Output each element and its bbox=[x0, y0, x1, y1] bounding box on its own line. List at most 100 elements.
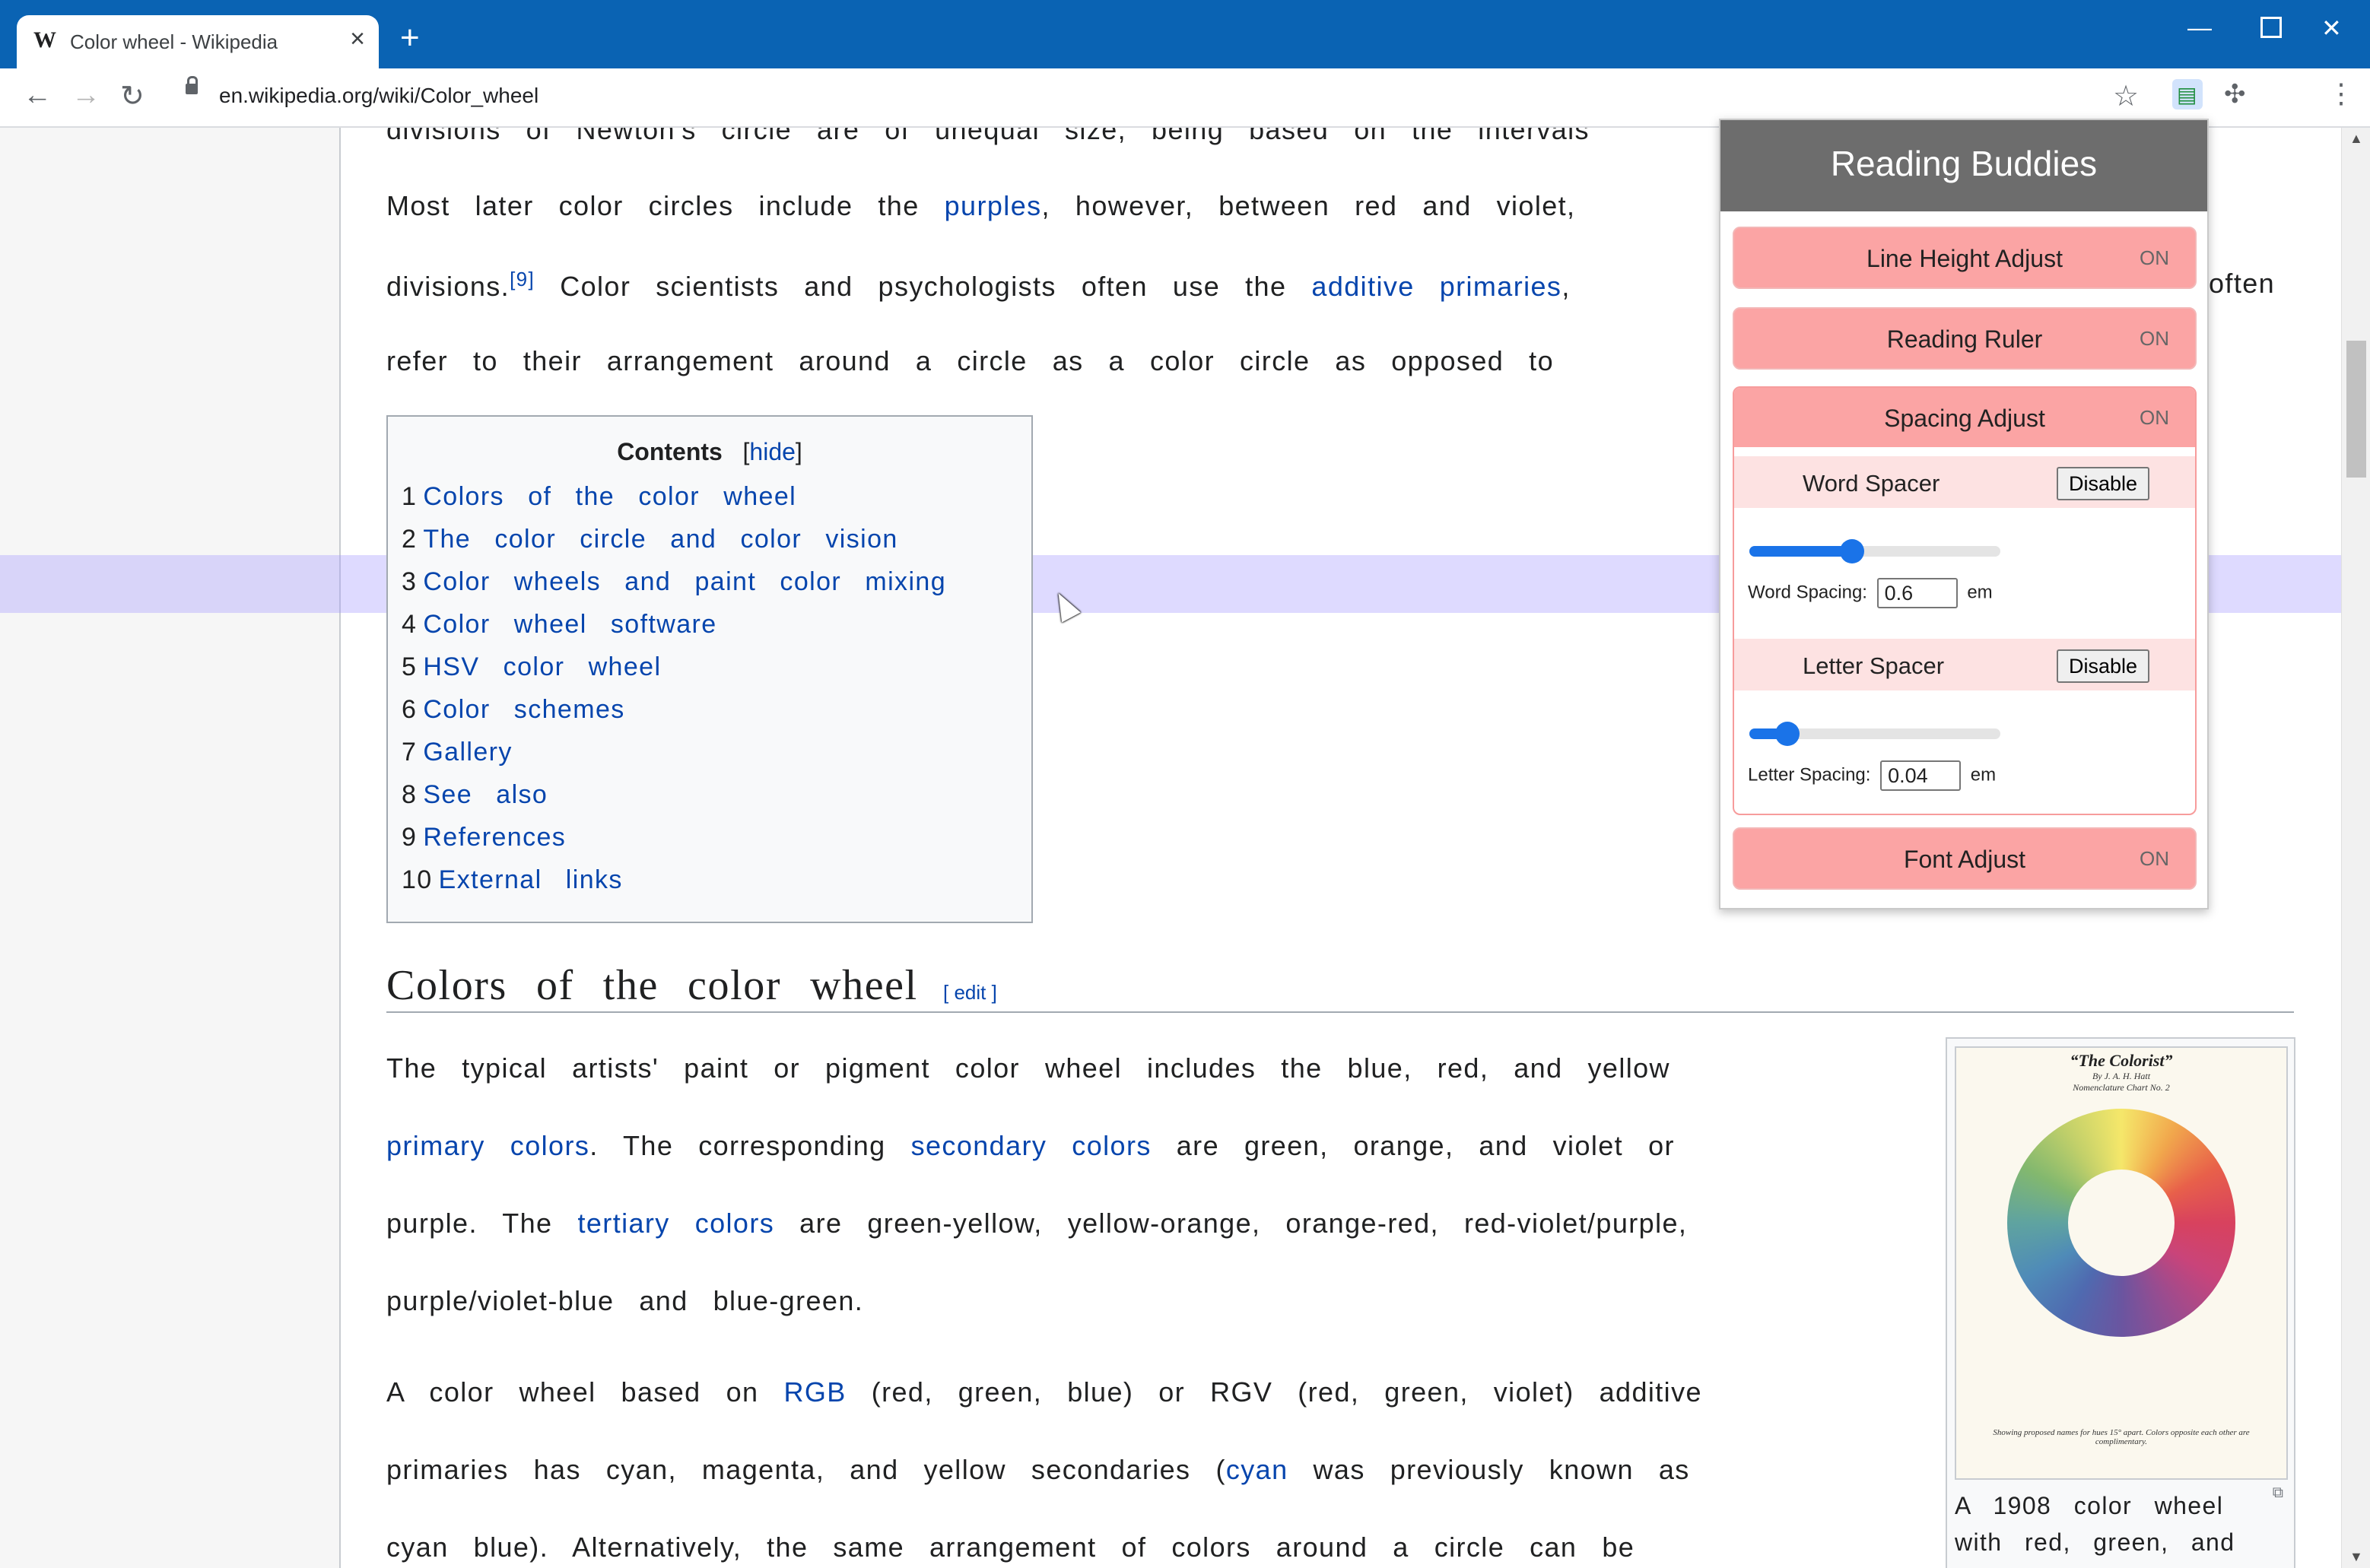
letter-spacing-row: Letter Spacing: 0.04 em bbox=[1748, 760, 1996, 791]
toc-link[interactable]: Colors of the color wheel bbox=[423, 482, 796, 511]
word-spacing-input[interactable]: 0.6 bbox=[1876, 578, 1958, 608]
reference-link[interactable]: [9] bbox=[510, 268, 535, 290]
toc-item[interactable]: 9 References bbox=[402, 823, 566, 852]
color-wheel-image[interactable]: “The Colorist” By J. A. H. Hatt Nomencla… bbox=[1955, 1046, 2288, 1480]
toc-item[interactable]: 6 Color schemes bbox=[402, 695, 625, 725]
puzzle-icon[interactable]: ✣ bbox=[2224, 79, 2246, 110]
text-span: primaries has cyan, magenta, and yellow … bbox=[386, 1454, 1226, 1485]
paragraph-line: Most later color circles include the pur… bbox=[386, 190, 1575, 222]
toc-link[interactable]: Gallery bbox=[423, 738, 513, 767]
color-wheel-graphic bbox=[2007, 1109, 2235, 1337]
word-spacer-disable-button[interactable]: Disable bbox=[2057, 467, 2149, 500]
toc-number: 4 bbox=[402, 610, 418, 639]
toc-link[interactable]: External links bbox=[439, 865, 623, 894]
letter-spacing-input[interactable]: 0.04 bbox=[1880, 760, 1962, 791]
link-secondary-colors[interactable]: secondary colors bbox=[911, 1130, 1152, 1161]
window-close-icon[interactable]: ✕ bbox=[2321, 14, 2342, 43]
popup-title: Reading Buddies bbox=[1830, 144, 2098, 183]
text-span: are green-yellow, yellow-orange, orange-… bbox=[799, 1208, 1688, 1239]
paragraph-line: purple/violet-blue and blue-green. bbox=[386, 1285, 864, 1316]
edit-link[interactable]: [ edit ] bbox=[943, 981, 997, 1004]
scrollbar-thumb[interactable] bbox=[2346, 341, 2366, 478]
link-rgb[interactable]: RGB bbox=[783, 1376, 846, 1408]
text-span: divisions. bbox=[386, 271, 510, 302]
lock-icon bbox=[186, 76, 198, 94]
text-span: (red, green, blue) or RGV (red, green, v… bbox=[871, 1376, 1702, 1408]
scroll-down-icon[interactable]: ▼ bbox=[2349, 1549, 2363, 1565]
reload-icon[interactable]: ↻ bbox=[120, 79, 145, 113]
link-primary-colors[interactable]: primary colors bbox=[386, 1130, 589, 1161]
image-subtitle: By J. A. H. Hatt Nomenclature Chart No. … bbox=[1956, 1071, 2286, 1093]
link-additive-primaries[interactable]: additive primaries bbox=[1311, 271, 1561, 302]
link-purples[interactable]: purples bbox=[945, 190, 1042, 221]
scroll-up-icon[interactable]: ▲ bbox=[2349, 131, 2363, 147]
new-tab-icon[interactable]: + bbox=[400, 21, 420, 55]
kebab-menu-icon[interactable]: ⋮ bbox=[2327, 78, 2355, 110]
toc-link[interactable]: References bbox=[423, 823, 566, 852]
close-icon[interactable]: × bbox=[350, 24, 365, 54]
slider-knob[interactable] bbox=[1775, 722, 1800, 746]
section-edit-link[interactable]: [ edit ] bbox=[943, 981, 997, 1005]
toc-number: 8 bbox=[402, 780, 418, 809]
browser-tab[interactable]: W Color wheel - Wikipedia × bbox=[17, 15, 379, 68]
text-span: , however, between red and violet, bbox=[1041, 190, 1576, 221]
minimize-icon[interactable]: — bbox=[2187, 14, 2212, 42]
letter-spacer-disable-button[interactable]: Disable bbox=[2057, 649, 2149, 683]
toc-hide-link[interactable]: hide bbox=[749, 438, 796, 465]
feature-label: Font Adjust bbox=[1903, 846, 2026, 873]
link-tertiary-colors[interactable]: tertiary colors bbox=[577, 1208, 774, 1239]
wikipedia-favicon-icon: W bbox=[33, 27, 56, 52]
slider-knob[interactable] bbox=[1840, 539, 1864, 563]
toc-item[interactable]: 1 Colors of the color wheel bbox=[402, 482, 796, 512]
toc-item[interactable]: 8 See also bbox=[402, 780, 548, 810]
reading-buddies-icon[interactable]: ▤ bbox=[2172, 79, 2203, 110]
feature-state: ON bbox=[2140, 847, 2169, 870]
toc-item[interactable]: 10 External links bbox=[402, 865, 623, 895]
toc-item[interactable]: 5 HSV color wheel bbox=[402, 652, 661, 682]
sidebar-rail bbox=[0, 128, 341, 1568]
toc-item[interactable]: 7 Gallery bbox=[402, 738, 513, 767]
toc-item[interactable]: 2 The color circle and color vision bbox=[402, 525, 898, 554]
feature-state: ON bbox=[2140, 327, 2169, 350]
toc-link[interactable]: The color circle and color vision bbox=[423, 525, 897, 554]
tab-title: Color wheel - Wikipedia bbox=[70, 30, 278, 53]
word-spacing-slider[interactable] bbox=[1749, 539, 2000, 563]
link-cyan[interactable]: cyan bbox=[1226, 1454, 1288, 1485]
text-span: . The corresponding bbox=[589, 1130, 886, 1161]
line-height-adjust-button[interactable]: Line Height Adjust ON bbox=[1733, 227, 2197, 289]
toc-number: 6 bbox=[402, 695, 418, 724]
text-span: are green, orange, and violet or bbox=[1176, 1130, 1675, 1161]
spacing-adjust-panel: Spacing Adjust ON Word Spacer Disable Wo… bbox=[1733, 386, 2197, 815]
star-icon[interactable]: ☆ bbox=[2113, 79, 2139, 113]
address-bar[interactable]: en.wikipedia.org/wiki/Color_wheel bbox=[219, 84, 538, 108]
letter-spacer-header: Letter Spacer Disable bbox=[1734, 639, 2195, 690]
toc-link[interactable]: See also bbox=[423, 780, 548, 809]
paragraph-line: purple. The tertiary colors are green-ye… bbox=[386, 1208, 1687, 1239]
font-adjust-button[interactable]: Font Adjust ON bbox=[1733, 827, 2197, 890]
toc-link[interactable]: Color wheels and paint color mixing bbox=[423, 567, 946, 596]
text-span: Color scientists and psychologists often… bbox=[560, 271, 1287, 302]
image-subtitle-line: By J. A. H. Hatt bbox=[2092, 1071, 2151, 1081]
spacing-adjust-button[interactable]: Spacing Adjust ON bbox=[1734, 388, 2195, 447]
toc-link[interactable]: Color wheel software bbox=[423, 610, 716, 639]
popup-header: Reading Buddies bbox=[1720, 120, 2207, 211]
thumbnail-caption: A 1908 color wheel with red, green, and … bbox=[1955, 1492, 2235, 1568]
forward-icon[interactable]: → bbox=[71, 79, 100, 112]
maximize-icon[interactable] bbox=[2260, 17, 2282, 38]
image-note: Showing proposed names for hues 15° apar… bbox=[1993, 1428, 2250, 1446]
heading-underline bbox=[386, 1011, 2294, 1013]
toc-link[interactable]: HSV color wheel bbox=[423, 652, 661, 681]
paragraph-line: cyan blue). Alternatively, the same arra… bbox=[386, 1531, 1635, 1563]
toc-item[interactable]: 3 Color wheels and paint color mixing bbox=[402, 567, 946, 597]
toc-number: 2 bbox=[402, 525, 418, 554]
page-scrollbar[interactable]: ▲ ▼ bbox=[2341, 128, 2370, 1568]
text-span: purple. The bbox=[386, 1208, 553, 1239]
browser-title-bar: W Color wheel - Wikipedia × + — ✕ bbox=[0, 0, 2370, 68]
back-icon[interactable]: ← bbox=[23, 79, 52, 112]
toc-link[interactable]: Color schemes bbox=[423, 695, 624, 724]
letter-spacing-slider[interactable] bbox=[1749, 722, 2000, 746]
toc-item[interactable]: 4 Color wheel software bbox=[402, 610, 717, 640]
toc-number: 10 bbox=[402, 865, 433, 894]
text-span: Most later color circles include the bbox=[386, 190, 920, 221]
reading-ruler-button[interactable]: Reading Ruler ON bbox=[1733, 307, 2197, 370]
